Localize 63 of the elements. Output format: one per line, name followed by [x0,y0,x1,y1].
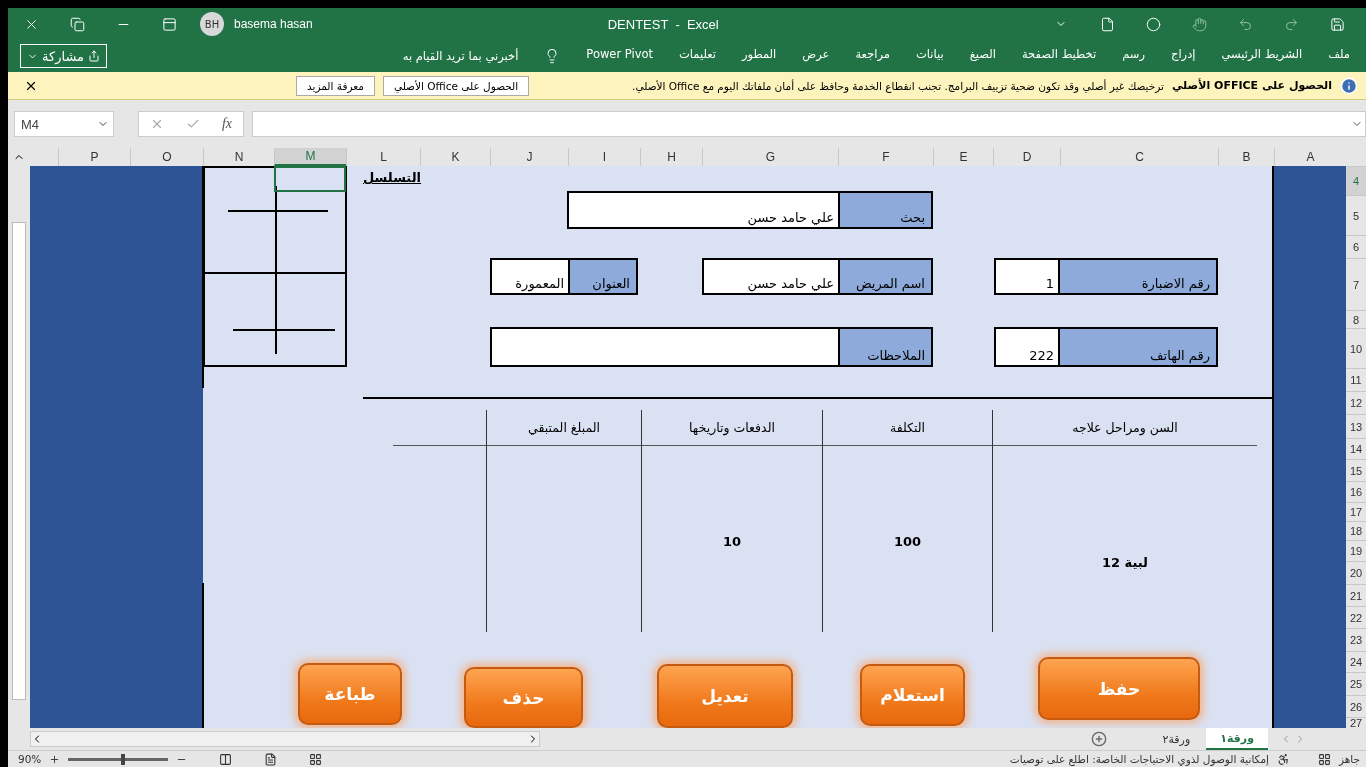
form-title: التسلسل [363,170,421,185]
add-sheet-icon[interactable] [1090,731,1107,747]
table-cell: 100 [822,446,992,632]
sheet-tab[interactable]: ورقة٢ [1148,728,1205,750]
notice-message: ترخيصك غير أصلي وقد تكون ضحية تزييف البرامج. تجنب انقطاع الخدمة وحافظ على أمان ملفاتك اليوم مع Office الأصلي. [632,79,1164,92]
share-icon [87,50,100,62]
slider-thumb[interactable] [121,753,126,765]
field-value[interactable]: 1 [994,258,1058,295]
ribbon-tab[interactable]: رسم [1122,47,1145,65]
field-value[interactable]: المعمورة [490,258,568,295]
table-cell: 10 [641,446,822,632]
scroll-thumb[interactable] [12,222,26,700]
column-heading: المبلغ المتبقي [486,410,641,446]
field-label: رقم الاضبارة [1058,258,1218,295]
field-label: الملاحظات [838,327,933,367]
field-label: بحث [838,191,933,229]
column-heading: التكلفة [822,410,992,446]
row-header[interactable]: 4 [1346,166,1366,195]
tell-me-field[interactable]: أخبرني بما تريد القيام به [402,49,519,63]
user-name: basema hasan [234,17,313,31]
selected-cell[interactable] [274,166,346,192]
learn-more-button[interactable]: معرفة المزيد [296,75,375,96]
column-header[interactable]: M [274,148,346,166]
page-break-view-icon[interactable] [219,752,233,766]
field-label: اسم المريض [838,258,933,295]
ribbon-tab[interactable]: الشريط الرئيسي [1221,47,1303,65]
ribbon-tab[interactable]: بيانات [915,47,944,65]
insert-function-button[interactable]: fx [221,116,232,132]
ribbon-tab[interactable]: تعليمات [679,47,717,65]
column-heading: الدفعات وتاريخها [641,410,822,446]
field-value[interactable]: 222 [994,327,1058,367]
sheet-tab[interactable]: ورقة١ [1206,728,1268,750]
window-title: DENTEST - Excel [607,16,719,32]
normal-view-icon[interactable] [309,752,323,766]
ribbon-tab[interactable]: إدراج [1171,47,1196,65]
page-layout-icon[interactable] [264,752,278,766]
field-value[interactable] [490,327,838,367]
info-icon [1340,76,1358,95]
ribbon-tab[interactable]: مراجعة [855,47,890,65]
user-avatar[interactable]: BH [200,12,224,36]
ribbon-tab[interactable]: المطور [742,47,777,65]
field-value[interactable]: علي حامد حسن [702,258,838,295]
get-office-button[interactable]: الحصول على Office الأصلي [382,75,530,96]
notice-heading: الحصول على OFFICE الأصلي [1172,79,1332,92]
ribbon-tab[interactable]: الصيغ [969,47,996,65]
zoom-in-icon[interactable] [49,753,61,765]
ribbon-tab[interactable]: Power Pivot [586,47,653,65]
field-label: العنوان [568,258,638,295]
ribbon-tab[interactable]: عرض [802,47,830,65]
column-heading: السن ومراحل علاجه [992,410,1257,446]
status-text: جاهز [1338,753,1360,765]
formula-input[interactable] [252,111,1366,137]
field-label: رقم الهاتف [1058,327,1218,367]
ribbon-tab[interactable]: تخطيط الصفحة [1021,47,1097,65]
table-cell: لبية 12 [992,446,1257,632]
zoom-level[interactable]: 90% [18,753,42,765]
ribbon-tab[interactable]: ملف [1328,47,1350,65]
share-button[interactable]: مشاركة [20,44,107,68]
accessibility-message[interactable]: إمكانية الوصول لذوي الاحتياجات الخاصة: اطلع على توصيات [1009,753,1269,765]
check-icon[interactable] [185,117,200,131]
name-box[interactable]: M4 [14,111,114,137]
field-value[interactable]: علي حامد حسن [567,191,838,229]
accessibility-icon [1276,752,1290,766]
